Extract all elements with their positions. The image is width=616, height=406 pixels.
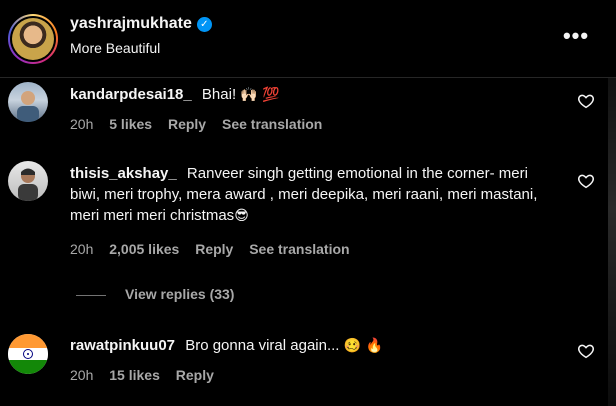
reply-button[interactable]: Reply — [168, 116, 206, 132]
comment-meta: 20h 5 likes Reply See translation — [70, 116, 334, 132]
comments-screen: yashrajmukhate ✓ More Beautiful ••• kanda… — [0, 0, 616, 406]
avatar-image — [12, 18, 54, 60]
heart-outline-icon[interactable] — [577, 342, 595, 360]
background-image-edge — [608, 78, 616, 406]
comment-time: 20h — [70, 367, 94, 383]
comment-emoji: 🥴 🔥 — [343, 338, 383, 354]
comment-avatar[interactable] — [8, 82, 48, 122]
comment-likes[interactable]: 5 likes — [109, 116, 152, 132]
avatar-image — [17, 91, 39, 122]
heart-outline-icon[interactable] — [577, 92, 595, 110]
comment-meta: 20h 2,005 likes Reply See translation — [70, 241, 362, 257]
comment-body: Bro gonna viral again... — [185, 337, 340, 354]
comment-text: rawatpinkuu07 Bro gonna viral again... 🥴… — [70, 335, 560, 357]
comment-username[interactable]: kandarpdesai18_ — [70, 86, 192, 103]
heart-outline-icon[interactable] — [577, 172, 595, 190]
avatar-image — [18, 168, 38, 201]
comment-item: thisis_akshay_ Ranveer singh getting emo… — [0, 156, 616, 268]
comment-item: rawatpinkuu07 Bro gonna viral again... 🥴… — [0, 328, 616, 398]
comment-item: kandarpdesai18_ Bhai! 🙌🏻 💯 20h 5 likes R… — [0, 78, 616, 148]
header-username-row[interactable]: yashrajmukhate ✓ — [70, 15, 212, 33]
reply-button[interactable]: Reply — [176, 367, 214, 383]
comment-text: kandarpdesai18_ Bhai! 🙌🏻 💯 — [70, 84, 560, 106]
post-header: yashrajmukhate ✓ More Beautiful ••• — [0, 0, 616, 78]
comment-likes[interactable]: 2,005 likes — [109, 241, 179, 257]
header-avatar[interactable] — [8, 14, 58, 64]
comment-body: Bhai! — [201, 86, 237, 103]
comment-avatar[interactable] — [8, 334, 48, 374]
india-flag-avatar — [8, 334, 48, 374]
see-translation-button[interactable]: See translation — [222, 116, 322, 132]
comment-likes[interactable]: 15 likes — [109, 367, 160, 383]
replies-divider — [76, 295, 106, 296]
header-subtitle[interactable]: More Beautiful — [70, 40, 160, 56]
comment-meta: 20h 15 likes Reply — [70, 367, 226, 383]
comment-time: 20h — [70, 116, 94, 132]
more-options-icon[interactable]: ••• — [560, 22, 592, 50]
comment-time: 20h — [70, 241, 94, 257]
comment-emoji: 🙌🏻 💯 — [240, 87, 280, 103]
verified-badge-icon: ✓ — [196, 17, 212, 32]
reply-button[interactable]: Reply — [195, 241, 233, 257]
comment-avatar[interactable] — [8, 161, 48, 201]
view-replies-button[interactable]: View replies (33) — [125, 286, 234, 302]
comment-emoji: 😎 — [234, 208, 249, 224]
header-username[interactable]: yashrajmukhate — [70, 15, 192, 32]
comment-username[interactable]: thisis_akshay_ — [70, 165, 177, 182]
comment-username[interactable]: rawatpinkuu07 — [70, 337, 175, 354]
see-translation-button[interactable]: See translation — [249, 241, 349, 257]
comment-text: thisis_akshay_ Ranveer singh getting emo… — [70, 163, 560, 227]
